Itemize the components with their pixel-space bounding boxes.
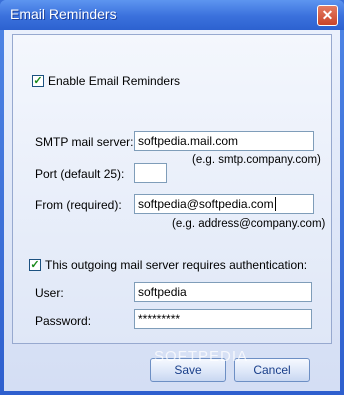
user-label: User:	[35, 286, 64, 300]
from-label: From (required):	[35, 198, 122, 212]
smtp-server-label: SMTP mail server:	[35, 135, 134, 149]
user-input[interactable]: softpedia	[134, 282, 312, 302]
text-cursor	[274, 197, 276, 211]
port-label: Port (default 25):	[35, 167, 125, 181]
from-hint: (e.g. address@company.com)	[172, 218, 326, 230]
smtp-server-hint: (e.g. smtp.company.com)	[192, 154, 321, 166]
enable-reminders-checkbox[interactable]: ✓	[32, 75, 44, 87]
password-label: Password:	[35, 314, 92, 328]
window-title: Email Reminders	[10, 6, 117, 22]
enable-reminders-label[interactable]: Enable Email Reminders	[48, 74, 180, 88]
password-input[interactable]: *********	[134, 309, 312, 329]
from-input[interactable]: softpedia@softpedia.com	[134, 194, 314, 214]
port-input[interactable]	[134, 163, 167, 183]
auth-required-checkbox[interactable]: ✓	[29, 259, 41, 271]
dialog-body: ✓ Enable Email Reminders SMTP mail serve…	[4, 30, 340, 391]
close-button[interactable]: ✕	[317, 5, 338, 26]
from-value: softpedia@softpedia.com	[138, 197, 274, 211]
watermark: SOFTPEDIA	[154, 348, 249, 365]
email-reminders-dialog: Email Reminders ✕ ✓ Enable Email Reminde…	[0, 0, 344, 395]
smtp-server-input[interactable]: softpedia.mail.com	[134, 131, 314, 151]
auth-required-label[interactable]: This outgoing mail server requires authe…	[45, 258, 307, 272]
title-bar[interactable]: Email Reminders ✕	[0, 0, 344, 30]
